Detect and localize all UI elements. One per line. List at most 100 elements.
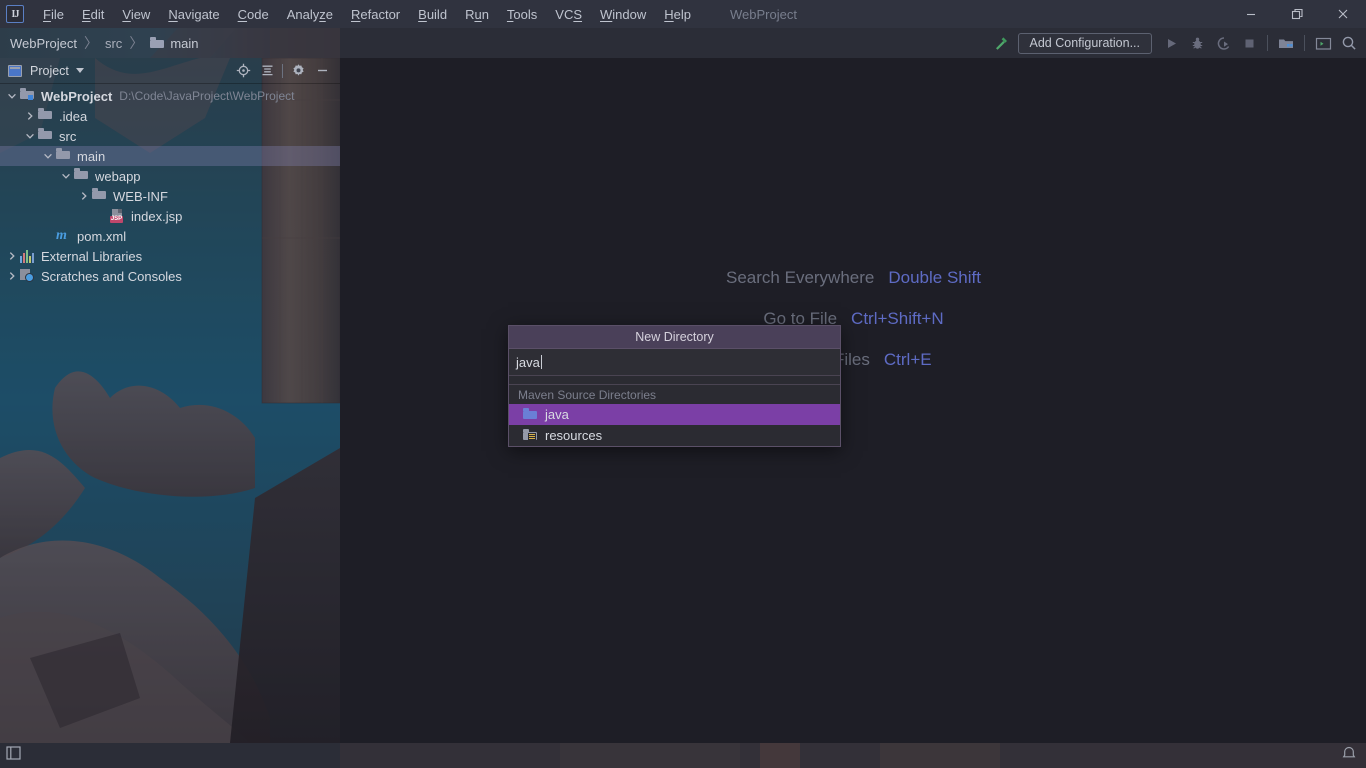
chevron-down-icon[interactable] [4,86,20,106]
folder-icon [56,148,72,164]
statusbar-background-image [0,743,1366,768]
breadcrumb: WebProject 〉 src 〉 main [0,28,199,58]
tree-node-web-inf[interactable]: WEB-INF [0,186,340,206]
search-icon[interactable] [1336,30,1362,56]
menu-item-edit[interactable]: Edit [73,4,113,25]
minimize-button[interactable] [1228,0,1274,28]
tree-node-path: D:\Code\JavaProject\WebProject [119,89,295,103]
tree-node-label: index.jsp [131,208,183,224]
project-tree[interactable]: WebProject D:\Code\JavaProject\WebProject… [0,84,340,286]
tree-node-idea[interactable]: .idea [0,106,340,126]
resources-folder-icon [523,429,538,442]
breadcrumb-item-project[interactable]: WebProject [10,36,77,51]
close-button[interactable] [1320,0,1366,28]
chevron-down-icon[interactable] [22,126,38,146]
scratches-icon [20,268,36,284]
jsp-file-icon: JSP [110,208,126,224]
statusbar-left [6,743,21,768]
gear-icon[interactable] [286,59,310,83]
folder-icon [92,188,108,204]
tree-node-src[interactable]: src [0,126,340,146]
intellij-idea-window: IJ File Edit View Navigate Code Analyze Refact… [0,0,1366,768]
menu-item-view[interactable]: View [113,4,159,25]
target-icon[interactable] [231,59,255,83]
add-configuration-button[interactable]: Add Configuration... [1017,32,1152,54]
tree-node-index-jsp[interactable]: JSP index.jsp [0,206,340,226]
tree-node-label: External Libraries [41,248,143,264]
notifications-icon[interactable] [1342,746,1356,766]
editor-empty-area: Search Everywhere Double Shift Go to File C… [341,58,1366,743]
window-title: WebProject [730,6,797,22]
chevron-down-icon[interactable] [58,166,74,186]
folder-icon [38,108,54,124]
menu-item-run[interactable]: Run [456,4,498,25]
status-bar [0,743,1366,768]
popup-option-java[interactable]: java [509,404,840,425]
tree-node-scratches-and-consoles[interactable]: Scratches and Consoles [0,266,340,286]
chevron-right-icon[interactable] [4,246,20,266]
tree-node-label: main [77,148,106,164]
tree-node-label: WEB-INF [113,188,168,204]
chevron-right-icon[interactable] [22,106,38,126]
tree-node-main[interactable]: main [0,146,340,166]
popup-option-resources[interactable]: resources [509,425,840,446]
tree-node-webapp[interactable]: webapp [0,166,340,186]
restore-button[interactable] [1274,0,1320,28]
project-structure-icon[interactable] [1273,30,1299,56]
menu-item-analyze[interactable]: Analyze [278,4,342,25]
breadcrumb-item-src[interactable]: src [105,36,122,51]
breadcrumb-separator: 〉 [83,35,98,51]
maven-icon: m [56,228,67,243]
menu-item-build[interactable]: Build [409,4,456,25]
toolbar-divider [1267,35,1268,51]
tree-node-label: Scratches and Consoles [41,268,182,284]
navigation-bar: WebProject 〉 src 〉 main Add Configuratio… [0,28,1366,58]
breadcrumb-item-main[interactable]: main [170,36,198,51]
menu-item-vcs[interactable]: VCS [546,4,591,25]
libraries-icon [20,248,36,264]
project-panel-title: Project [30,63,69,78]
tree-node-external-libraries[interactable]: External Libraries [0,246,340,266]
terminal-icon[interactable] [1310,30,1336,56]
popup-spacer [509,376,840,385]
menu-item-help[interactable]: Help [655,4,700,25]
watermark-shortcut: Double Shift [888,268,981,287]
new-directory-popup: New Directory java Maven Source Director… [508,325,841,447]
toggle-tool-windows-icon[interactable] [6,746,21,765]
bug-icon[interactable] [1184,30,1210,56]
chevron-down-icon[interactable] [75,68,84,73]
tree-node-webproject[interactable]: WebProject D:\Code\JavaProject\WebProject [0,86,340,106]
menu-item-window[interactable]: Window [591,4,655,25]
tree-node-label: webapp [95,168,141,184]
project-panel-header: Project [0,58,340,84]
collapse-all-icon[interactable] [255,59,279,83]
new-directory-name-input[interactable]: java [509,349,840,376]
chevron-down-icon[interactable] [40,146,56,166]
tree-node-pom-xml[interactable]: m pom.xml [0,226,340,246]
statusbar-right [1342,743,1356,768]
minimize-icon[interactable] [310,59,334,83]
menu-item-refactor[interactable]: Refactor [342,4,409,25]
watermark-shortcut: Ctrl+Shift+N [851,309,944,328]
app-logo-icon: IJ [6,5,24,23]
stop-icon[interactable] [1236,30,1262,56]
tree-node-label: WebProject [41,88,113,104]
menu-item-tools[interactable]: Tools [498,4,546,25]
menu-item-code[interactable]: Code [229,4,278,25]
menu-item-file[interactable]: File [34,4,73,25]
tree-node-label: src [59,128,77,144]
coverage-icon[interactable] [1210,30,1236,56]
window-controls [1228,0,1366,28]
folder-icon [38,128,54,144]
popup-option-label: java [545,407,569,422]
watermark-shortcut: Ctrl+E [883,350,932,369]
project-folder-icon [20,88,36,104]
play-icon[interactable] [1158,30,1184,56]
menu-item-navigate[interactable]: Navigate [159,4,228,25]
tree-arrow-spacer [40,226,56,246]
source-folder-icon [523,408,538,421]
hammer-icon[interactable] [988,30,1014,56]
chevron-right-icon[interactable] [76,186,92,206]
editor-watermark: Search Everywhere Double Shift Go to File C… [341,268,1366,370]
chevron-right-icon[interactable] [4,266,20,286]
